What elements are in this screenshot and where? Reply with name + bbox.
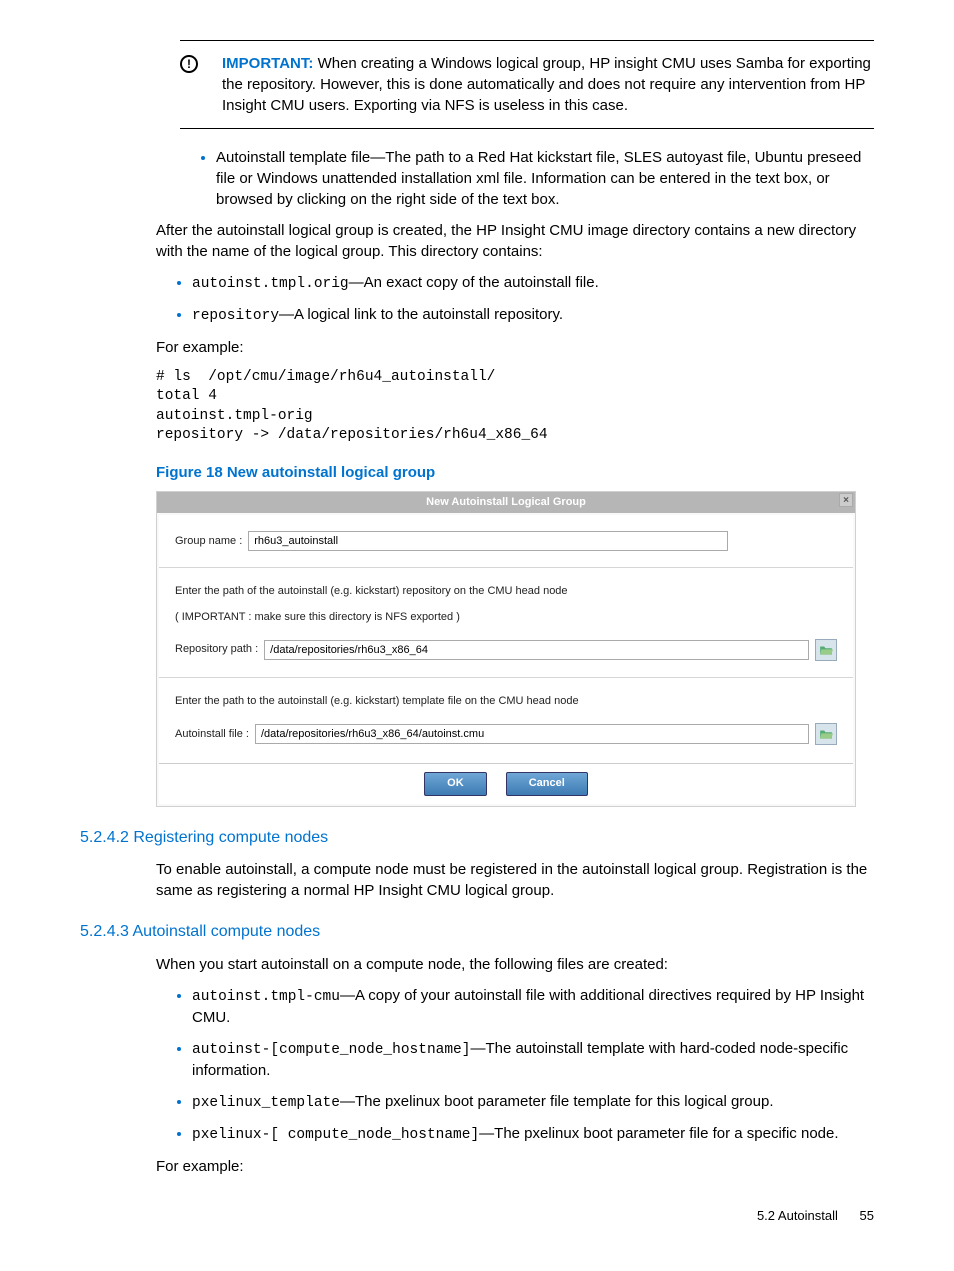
group-name-input[interactable]	[248, 531, 728, 551]
code-text: autoinst.tmpl-cmu	[192, 989, 340, 1005]
file-hint: Enter the path to the autoinstall (e.g. …	[175, 694, 837, 709]
list-text: —The pxelinux boot parameter file for a …	[479, 1125, 838, 1142]
list-text: —An exact copy of the autoinstall file.	[349, 274, 599, 291]
dialog-title-text: New Autoinstall Logical Group	[426, 496, 586, 508]
section-5243-paragraph: When you start autoinstall on a compute …	[156, 954, 874, 975]
dialog-title-bar: New Autoinstall Logical Group ×	[157, 492, 855, 513]
created-files-list: autoinst.tmpl-cmu—A copy of your autoins…	[156, 985, 874, 1146]
section-heading-5243: 5.2.4.3 Autoinstall compute nodes	[80, 921, 874, 943]
browse-file-button[interactable]	[815, 723, 837, 745]
code-text: repository	[192, 308, 279, 324]
browse-repo-button[interactable]	[815, 639, 837, 661]
code-text: autoinst-[compute_node_hostname]	[192, 1042, 470, 1058]
figure-caption: Figure 18 New autoinstall logical group	[156, 462, 874, 483]
for-example-label: For example:	[156, 337, 874, 358]
autoinstall-file-label: Autoinstall file :	[175, 727, 249, 742]
important-body: When creating a Windows logical group, H…	[222, 55, 871, 114]
directory-contents-list: autoinst.tmpl.orig—An exact copy of the …	[156, 272, 874, 327]
repo-path-label: Repository path :	[175, 642, 258, 657]
list-item: repository—A logical link to the autoins…	[192, 304, 874, 326]
folder-open-icon	[819, 644, 833, 656]
code-text: pxelinux-[ compute_node_hostname]	[192, 1127, 479, 1143]
close-icon[interactable]: ×	[839, 493, 853, 507]
list-text: —The pxelinux boot parameter file templa…	[340, 1093, 774, 1110]
code-block-ls: # ls /opt/cmu/image/rh6u4_autoinstall/ t…	[156, 368, 874, 446]
template-file-bullet-list: Autoinstall template file—The path to a …	[180, 147, 874, 210]
repo-hint-important: ( IMPORTANT : make sure this directory i…	[175, 610, 837, 625]
repo-hint: Enter the path of the autoinstall (e.g. …	[175, 584, 837, 599]
footer-section: 5.2 Autoinstall	[757, 1208, 838, 1223]
ok-button[interactable]: OK	[424, 772, 487, 795]
list-item: autoinst-[compute_node_hostname]—The aut…	[192, 1038, 874, 1081]
list-item: autoinst.tmpl-cmu—A copy of your autoins…	[192, 985, 874, 1028]
dialog-new-autoinstall-group: New Autoinstall Logical Group × Group na…	[156, 491, 856, 807]
section-heading-5242: 5.2.4.2 Registering compute nodes	[80, 827, 874, 849]
autoinstall-file-input[interactable]	[255, 724, 809, 744]
important-note: ! IMPORTANT: When creating a Windows log…	[180, 40, 874, 129]
group-name-label: Group name :	[175, 534, 242, 549]
repo-path-input[interactable]	[264, 640, 809, 660]
code-text: pxelinux_template	[192, 1095, 340, 1111]
important-icon: !	[180, 55, 198, 73]
list-item: pxelinux-[ compute_node_hostname]—The px…	[192, 1123, 874, 1145]
list-item: pxelinux_template—The pxelinux boot para…	[192, 1091, 874, 1113]
cancel-button[interactable]: Cancel	[506, 772, 588, 795]
after-group-paragraph: After the autoinstall logical group is c…	[156, 220, 874, 262]
important-text: IMPORTANT: When creating a Windows logic…	[222, 53, 874, 116]
section-5242-paragraph: To enable autoinstall, a compute node mu…	[156, 859, 874, 901]
folder-open-icon	[819, 728, 833, 740]
code-text: autoinst.tmpl.orig	[192, 276, 349, 292]
list-item: autoinst.tmpl.orig—An exact copy of the …	[192, 272, 874, 294]
list-text: —A logical link to the autoinstall repos…	[279, 306, 563, 323]
for-example-label-2: For example:	[156, 1156, 874, 1177]
page-footer: 5.2 Autoinstall 55	[80, 1207, 874, 1225]
bullet-autoinstall-template: Autoinstall template file—The path to a …	[216, 147, 874, 210]
important-label: IMPORTANT:	[222, 55, 313, 72]
page-number: 55	[860, 1208, 874, 1223]
